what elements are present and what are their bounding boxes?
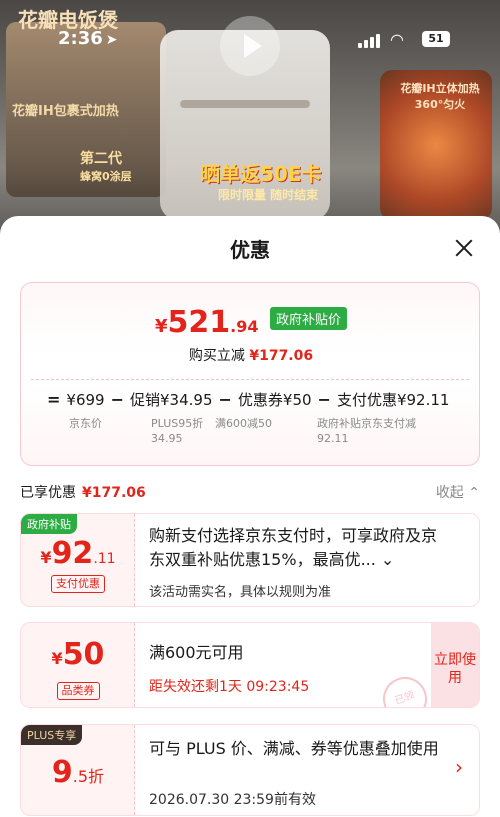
coupon-value-area: 政府补贴 ¥92.11 支付优惠 <box>21 514 135 606</box>
location-arrow-icon: ➤ <box>105 32 118 48</box>
coupon-card-plus[interactable]: PLUS专享 9.5折 可与 PLUS 价、满减、券等优惠叠加使用 2026.0… <box>20 724 480 816</box>
coupon-yen: ¥ <box>40 548 52 567</box>
minus-sign: − <box>110 390 124 409</box>
discount-sheet: 优惠 ¥521.94 政府补贴价 购买立减 ¥177.06 = ¥699 − 促… <box>0 216 500 817</box>
coupon-type: 品类券 <box>21 679 135 700</box>
coupon-type-label: 品类券 <box>56 682 100 700</box>
price-yen: ¥ <box>154 316 168 337</box>
banner-left-bottom: 第二代 蜂窝0涂层 <box>80 148 132 184</box>
coupon-num: 50 <box>62 637 105 672</box>
battery-icon: 51 <box>422 31 450 47</box>
banner-promo-sub: 限时限量 随时结束 <box>218 188 319 202</box>
divider <box>31 379 469 380</box>
instant-discount-label: 购买立减 <box>188 348 245 364</box>
banner-promo: 晒单返50E卡 <box>200 162 322 186</box>
coupon-card-category[interactable]: ¥50 品类券 满600元可用 距失效还剩1天 09:23:45 已领 立即使用 <box>20 622 480 708</box>
coupon-desc-area: 满600元可用 距失效还剩1天 09:23:45 已领 立即使用 <box>135 623 479 707</box>
coupon-type-label: 支付优惠 <box>51 575 105 593</box>
formula-pay-sub: 政府补贴京东支付减92.11 <box>317 417 416 445</box>
claimed-stamp: 已领 <box>376 670 434 707</box>
coupon-card-gov[interactable]: 政府补贴 ¥92.11 支付优惠 购新支付选择京东支付时，可享政府及京东双重补贴… <box>20 513 480 607</box>
formula-coupon: 优惠券¥50 <box>237 391 312 409</box>
chevron-right-icon[interactable]: › <box>455 755 463 779</box>
coupon-dec: .11 <box>93 551 116 567</box>
instant-discount: 购买立减 ¥177.06 <box>21 345 481 365</box>
price-formula: = ¥699 − 促销¥34.95 − 优惠券¥50 − 支付优惠¥92.11 … <box>41 389 471 446</box>
coupon-tag: 政府补贴 <box>21 514 77 534</box>
gov-subsidy-badge: 政府补贴价 <box>270 307 348 330</box>
collapse-button[interactable]: 收起 ⌃ <box>436 482 480 502</box>
banner-right-text: 花瓣IH立体加热 360°匀火 <box>400 82 480 111</box>
minus-sign: − <box>218 390 232 409</box>
instant-discount-amount: ¥177.06 <box>249 348 314 364</box>
coupon-num: 92 <box>51 536 94 571</box>
formula-coupon-sub: 满600减50 <box>215 417 272 430</box>
time-text: 2:36 <box>58 28 103 49</box>
formula-pay: 支付优惠¥92.11 <box>336 391 450 409</box>
coupon-description: 购新支付选择京东支付时，可享政府及京东双重补贴优惠15%，最高优... ⌄ <box>149 526 438 569</box>
coupon-yen: ¥ <box>51 649 63 668</box>
coupon-value-area: PLUS专享 9.5折 <box>21 725 135 815</box>
wifi-icon: ◠ <box>390 30 404 49</box>
coupon-expiry: 2026.07.30 23:59前有效 <box>149 792 316 808</box>
use-now-button[interactable]: 立即使用 <box>431 623 479 707</box>
coupon-desc-area: 购新支付选择京东支付时，可享政府及京东双重补贴优惠15%，最高优... ⌄ 该活… <box>135 514 479 606</box>
coupon-tag: PLUS专享 <box>21 725 83 745</box>
coupon-amount: ¥92.11 <box>21 536 135 571</box>
coupon-type: 支付优惠 <box>21 572 135 593</box>
sheet-title: 优惠 <box>230 238 270 262</box>
final-price: ¥521.94 政府补贴价 <box>21 305 481 340</box>
price-dec: .94 <box>230 317 259 336</box>
coupon-amount: ¥50 <box>21 637 135 672</box>
signal-icon <box>358 34 380 48</box>
minus-sign: − <box>317 390 331 409</box>
enjoyed-amount: ¥177.06 <box>82 485 146 501</box>
coupon-amount: 9.5折 <box>21 755 135 790</box>
status-bar: 2:36 ➤ ◠ 51 <box>0 28 500 56</box>
banner-left-bottom-1: 第二代 <box>80 151 122 167</box>
formula-promo-sub: PLUS95折 34.95 <box>151 417 204 445</box>
coupon-condition: 满600元可用 <box>149 643 244 662</box>
banner-left-bottom-2: 蜂窝0涂层 <box>80 170 132 183</box>
formula-base: ¥699 <box>66 390 105 409</box>
formula-promo: 促销¥34.95 <box>130 391 213 409</box>
coupon-num: 9 <box>51 755 73 790</box>
banner-left-mid: 花瓣IH包裹式加热 <box>12 104 119 119</box>
coupon-desc-area: 可与 PLUS 价、满减、券等优惠叠加使用 2026.07.30 23:59前有… <box>135 725 479 815</box>
formula-base-sub: 京东价 <box>69 417 102 430</box>
coupon-value-area: ¥50 品类券 <box>21 623 135 707</box>
coupon-note: 该活动需实名，具体以规则为准 <box>149 585 332 600</box>
coupon-dec: .5折 <box>72 767 105 786</box>
price-summary-card: ¥521.94 政府补贴价 购买立减 ¥177.06 = ¥699 − 促销¥3… <box>20 282 480 466</box>
coupon-countdown: 距失效还剩1天 09:23:45 <box>149 679 310 695</box>
enjoyed-discount: 已享优惠 ¥177.06 <box>20 482 146 502</box>
equals-sign: = <box>47 390 61 409</box>
price-int: 521 <box>167 305 231 340</box>
close-icon[interactable] <box>452 236 476 260</box>
enjoyed-label: 已享优惠 <box>20 485 76 501</box>
status-time: 2:36 ➤ <box>58 28 118 49</box>
coupon-description: 可与 PLUS 价、满减、券等优惠叠加使用 <box>149 739 439 758</box>
